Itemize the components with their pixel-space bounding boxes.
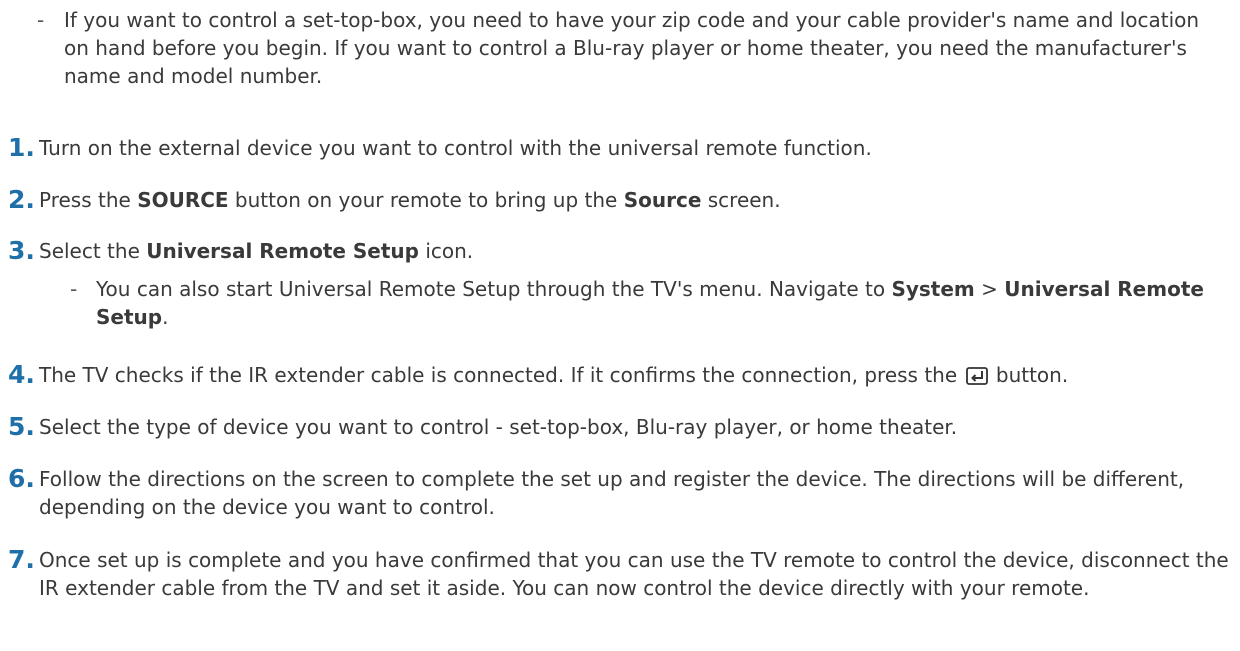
note-dash: -: [70, 277, 78, 301]
source-button-label: SOURCE: [137, 188, 229, 212]
step-number: 3.: [8, 236, 35, 265]
step-text: The TV checks if the IR extender cable i…: [39, 361, 1229, 389]
instruction-page: - If you want to control a set-top-box, …: [0, 0, 1240, 651]
text-segment: You can also start Universal Remote Setu…: [96, 277, 892, 301]
enter-icon: [965, 367, 988, 385]
text-segment: screen.: [701, 188, 781, 212]
text-segment: The TV checks if the IR extender cable i…: [39, 363, 964, 387]
subnote-text: You can also start Universal Remote Setu…: [96, 275, 1226, 331]
text-segment: .: [162, 305, 169, 329]
step-text: Turn on the external device you want to …: [39, 136, 872, 160]
system-menu-label: System: [891, 277, 975, 301]
text-segment: icon.: [418, 239, 474, 263]
path-separator: >: [974, 277, 1005, 301]
step-text: Select the type of device you want to co…: [39, 415, 958, 439]
step-number: 2.: [8, 185, 35, 214]
step-text: Select the Universal Remote Setup icon.: [39, 237, 1219, 265]
note-dash: -: [37, 8, 45, 32]
step-number: 4.: [8, 360, 35, 389]
step-text: Once set up is complete and you have con…: [39, 548, 1229, 600]
note-text: If you want to control a set-top-box, yo…: [64, 8, 1200, 88]
text-segment: button.: [989, 363, 1069, 387]
source-screen-label: Source: [623, 188, 702, 212]
step-text: Follow the directions on the screen to c…: [39, 467, 1185, 519]
step-number: 6.: [8, 464, 35, 493]
step-text: Press the SOURCE button on your remote t…: [39, 186, 1219, 214]
step-number: 7.: [8, 545, 35, 574]
text-segment: button on your remote to bring up the: [228, 188, 624, 212]
text-segment: Select the: [39, 239, 147, 263]
step-number: 5.: [8, 412, 35, 441]
text-segment: Press the: [39, 188, 138, 212]
step-number: 1.: [8, 133, 35, 162]
universal-remote-setup-label: Universal Remote Setup: [146, 239, 419, 263]
